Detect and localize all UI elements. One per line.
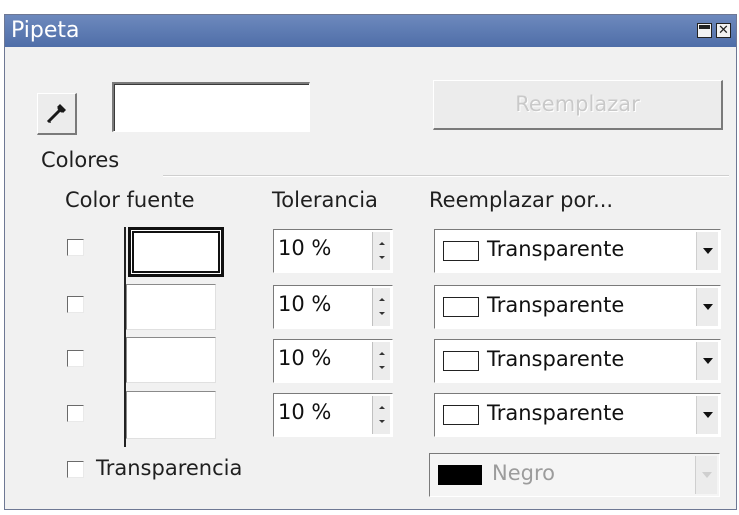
pipette-dialog: Pipeta ✕ Reemplazar Colores Color fuente…: [4, 14, 737, 510]
tolerance-header: Tolerancia: [272, 188, 378, 212]
transparency-color-swatch: [438, 465, 482, 485]
chevron-down-icon[interactable]: [696, 232, 718, 270]
chevron-down-icon[interactable]: [695, 456, 717, 494]
row-4-checkbox[interactable]: [67, 405, 84, 422]
row-2-replace-with-dropdown[interactable]: Transparente: [434, 285, 721, 329]
picked-color-preview: [112, 82, 310, 132]
titlebar: Pipeta ✕: [5, 15, 736, 47]
row-1-tolerance-field[interactable]: 10 %: [273, 229, 393, 273]
chevron-down-icon[interactable]: [696, 342, 718, 380]
row-3-replace-with-value: Transparente: [487, 347, 625, 371]
top-strip: [0, 0, 739, 14]
row-2-replace-color-swatch: [443, 297, 479, 317]
eyedropper-icon: [46, 104, 66, 124]
row-1-replace-color-swatch: [443, 241, 479, 261]
chevron-down-icon[interactable]: [696, 396, 718, 434]
row-2-tolerance-field[interactable]: 10 %: [273, 285, 393, 329]
row-4-replace-with-value: Transparente: [487, 401, 625, 425]
row-3-replace-with-dropdown[interactable]: Transparente: [434, 339, 721, 383]
row-3-source-color[interactable]: [126, 337, 216, 383]
transparency-color-value: Negro: [492, 461, 555, 485]
close-icon[interactable]: ✕: [716, 23, 731, 38]
minimize-icon[interactable]: [697, 23, 712, 38]
row-3-tolerance-value: 10 %: [278, 346, 332, 370]
row-3-checkbox[interactable]: [67, 350, 84, 367]
row-2-tolerance-value: 10 %: [278, 292, 332, 316]
row-2-checkbox[interactable]: [67, 296, 84, 313]
row-3-replace-color-swatch: [443, 351, 479, 371]
spin-up-icon[interactable]: [379, 406, 385, 409]
row-1-source-color[interactable]: [128, 227, 224, 277]
spin-down-icon[interactable]: [379, 312, 385, 315]
transparency-label: Transparencia: [96, 456, 243, 480]
row-2-replace-with-value: Transparente: [487, 293, 625, 317]
row-1-replace-with-dropdown[interactable]: Transparente: [434, 229, 721, 273]
row-4-source-color[interactable]: [126, 391, 216, 439]
row-1-tolerance-value: 10 %: [278, 236, 332, 260]
spin-down-icon[interactable]: [379, 256, 385, 259]
row-4-tolerance-field[interactable]: 10 %: [273, 393, 393, 437]
spin-up-icon[interactable]: [379, 352, 385, 355]
row-1-tolerance-spinner[interactable]: [372, 232, 390, 270]
transparency-color-dropdown[interactable]: Negro: [429, 453, 720, 497]
window-title: Pipeta: [11, 18, 80, 43]
chevron-down-icon[interactable]: [696, 288, 718, 326]
row-4-tolerance-value: 10 %: [278, 400, 332, 424]
spin-up-icon[interactable]: [379, 242, 385, 245]
row-1-replace-with-value: Transparente: [487, 237, 625, 261]
source-color-header: Color fuente: [65, 188, 195, 212]
colors-section-label: Colores: [41, 148, 120, 172]
replace-with-header: Reemplazar por...: [429, 188, 614, 212]
row-2-source-color[interactable]: [126, 284, 216, 330]
transparency-checkbox[interactable]: [67, 461, 84, 478]
row-1-checkbox[interactable]: [67, 239, 84, 256]
row-3-tolerance-spinner[interactable]: [372, 342, 390, 380]
spin-down-icon[interactable]: [379, 420, 385, 423]
section-separator: [163, 175, 729, 177]
pipette-button[interactable]: [37, 93, 77, 135]
row-2-tolerance-spinner[interactable]: [372, 288, 390, 326]
spin-down-icon[interactable]: [379, 366, 385, 369]
replace-button[interactable]: Reemplazar: [433, 80, 723, 130]
row-3-tolerance-field[interactable]: 10 %: [273, 339, 393, 383]
row-4-tolerance-spinner[interactable]: [372, 396, 390, 434]
spin-up-icon[interactable]: [379, 298, 385, 301]
row-4-replace-with-dropdown[interactable]: Transparente: [434, 393, 721, 437]
row-4-replace-color-swatch: [443, 405, 479, 425]
